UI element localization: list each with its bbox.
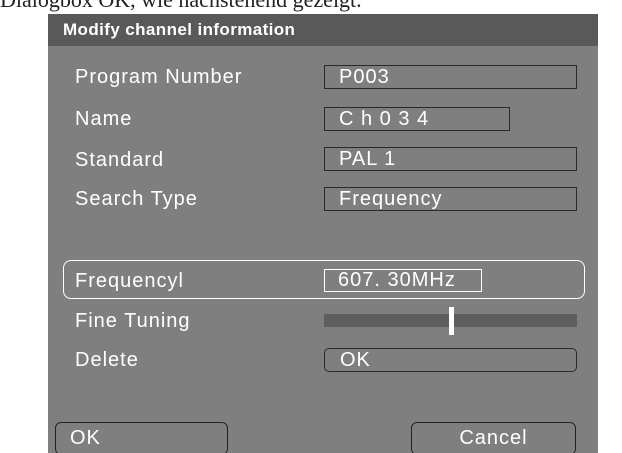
dialog-title: Modify channel information — [48, 14, 598, 46]
ok-button[interactable]: OK — [55, 422, 228, 453]
program-number-field[interactable]: P003 — [324, 65, 577, 89]
modify-channel-dialog: Modify channel information Program Numbe… — [48, 14, 598, 453]
name-label: Name — [75, 108, 133, 130]
caption-text: Dialogbox OK, wie nachstehend gezeigt. — [0, 0, 622, 13]
delete-ok-button[interactable]: OK — [324, 348, 577, 372]
search-type-field[interactable]: Frequency — [324, 187, 577, 211]
search-type-label: Search Type — [75, 188, 198, 210]
standard-label: Standard — [75, 149, 165, 171]
fine-tuning-slider-thumb[interactable] — [448, 307, 454, 335]
frequency-label: Frequencyl — [75, 270, 184, 292]
fine-tuning-label: Fine Tuning — [75, 310, 191, 332]
frequency-value: 607. 30MHz — [325, 270, 481, 291]
delete-label: Delete — [75, 349, 139, 371]
standard-field[interactable]: PAL 1 — [324, 147, 577, 171]
frequency-field[interactable]: 607. 30MHz — [324, 269, 482, 292]
program-number-label: Program Number — [75, 66, 243, 88]
name-field[interactable]: C h 0 3 4 — [324, 107, 510, 131]
fine-tuning-slider[interactable] — [324, 307, 577, 335]
cancel-button[interactable]: Cancel — [411, 422, 576, 453]
